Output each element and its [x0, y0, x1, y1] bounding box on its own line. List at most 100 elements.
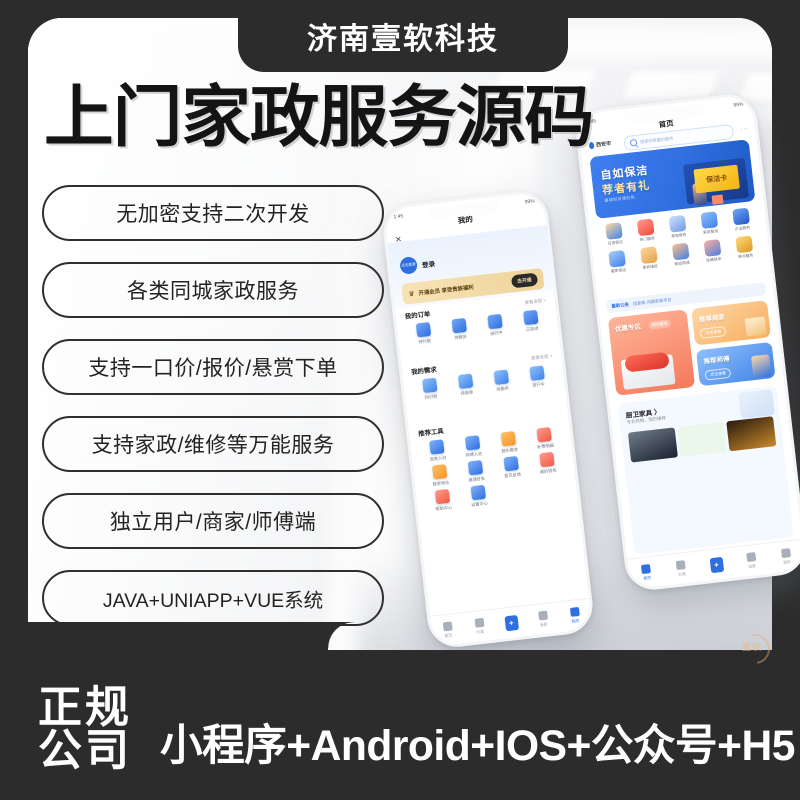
ceiling-panel-2	[623, 72, 719, 98]
order-status-item[interactable]: 待付款	[406, 321, 442, 347]
promo-poster: 济南壹软科技 上门家政服务源码 无加密支持二次开发 各类同城家政服务 支持一口价…	[0, 0, 800, 800]
crown-icon: ♛	[407, 290, 415, 298]
cleaning-icon	[605, 222, 623, 240]
category-item[interactable]: 家具服务	[693, 210, 727, 236]
message-icon	[745, 551, 756, 562]
demand-status-label: 待报单	[460, 389, 474, 396]
feature-pill: 各类同城家政服务	[42, 262, 384, 318]
address-icon	[431, 464, 448, 480]
category-label: 管道疏通	[674, 260, 690, 267]
tool-label: 师傅入驻	[465, 450, 483, 458]
order-status-item[interactable]: 进行中	[477, 313, 513, 339]
recommended-worker-card[interactable]: 推荐师傅 点击查看	[696, 341, 776, 387]
demand-status-item[interactable]: 待报单	[448, 372, 484, 398]
tool-label: 帮助中心	[435, 504, 453, 512]
demand-status-item[interactable]: 待服务	[484, 368, 520, 394]
discount-zone-title: 优惠专区	[614, 323, 642, 334]
tab-messages[interactable]: 消息	[526, 609, 560, 630]
status-battery: 99%	[733, 101, 744, 109]
tool-item[interactable]: 我家地址	[422, 463, 458, 489]
message-icon	[537, 610, 548, 621]
tab-messages[interactable]: 消息	[733, 550, 770, 571]
tab-profile[interactable]: 我的	[768, 546, 800, 567]
hot-service-icon	[636, 218, 655, 237]
promo-card-column: 推荐商家 点击查看 推荐师傅 点击查看	[691, 300, 776, 387]
tool-item[interactable]: 补费明细	[526, 426, 562, 452]
category-item[interactable]: 钟点服务	[727, 235, 761, 261]
promo-banner[interactable]: 自如保洁 荐者有礼 邀请好友领红包 保洁卡	[589, 139, 756, 219]
close-icon[interactable]: ✕	[395, 235, 403, 245]
worker-icon	[751, 354, 772, 379]
category-item[interactable]: 管道疏通	[664, 242, 698, 268]
tool-item[interactable]: 我的需求	[491, 430, 527, 456]
category-item[interactable]: 搬家保洁	[600, 249, 634, 275]
thumbnail[interactable]	[677, 421, 727, 457]
home-icon	[640, 563, 651, 574]
furniture-illustration	[738, 389, 775, 419]
feature-pill: 支持一口价/报价/悬赏下单	[42, 339, 384, 395]
demand-status-label: 进行中	[531, 381, 545, 388]
furniture-section[interactable]: 厨卫家具 〉 专业热销，强烈推荐	[617, 385, 794, 555]
tool-item[interactable]: 商家入驻	[419, 438, 455, 464]
tool-item[interactable]: 设置中心	[461, 484, 497, 510]
order-status-item[interactable]: 待服务	[442, 317, 478, 343]
feature-pill: 无加密支持二次开发	[42, 185, 384, 241]
tab-home[interactable]: 首页	[628, 562, 665, 583]
tab-category[interactable]: 分类	[463, 616, 497, 637]
category-icon	[675, 559, 686, 570]
demand-status-item[interactable]: 进行中	[519, 364, 555, 390]
tool-item[interactable]: 邀请好友	[458, 459, 494, 485]
category-item[interactable]: 除螨除甲	[696, 238, 730, 264]
thumbnail[interactable]	[627, 427, 678, 463]
tab-label: 分类	[475, 628, 485, 635]
tab-label: 我的	[571, 617, 580, 624]
category-item[interactable]: 家具维修	[632, 245, 666, 271]
category-item[interactable]: 日常保洁	[597, 221, 631, 247]
discount-zone-card[interactable]: 优惠专区 精选服务	[607, 309, 696, 396]
tool-item[interactable]: 帮助中心	[425, 488, 461, 514]
worker-card-button[interactable]: 点击查看	[704, 367, 732, 381]
tools-title: 推荐工具	[417, 428, 445, 438]
platform-list: 小程序+Android+IOS+公众号+H5	[160, 722, 795, 770]
category-item[interactable]: 企业服务	[724, 207, 758, 233]
location-label: 西安市	[595, 140, 612, 149]
tool-item[interactable]: 意见反馈	[494, 455, 530, 481]
pipe-cleaning-icon	[671, 242, 690, 261]
demand-status-item[interactable]: 待付款	[412, 376, 448, 402]
tool-item[interactable]: 我的钱包	[529, 451, 565, 477]
tab-label: 首页	[642, 574, 652, 581]
merchant-card-button[interactable]: 点击查看	[699, 325, 727, 339]
company-name: 济南壹软科技	[307, 23, 499, 56]
demands-more-link[interactable]: 查看全部 >	[531, 353, 553, 361]
search-placeholder: 搜索你需要的服务	[639, 135, 674, 144]
tab-publish[interactable]: +	[698, 555, 735, 574]
demands-title: 我的需求	[410, 366, 438, 377]
activate-membership-button[interactable]: 去开通	[510, 272, 539, 289]
tool-item[interactable]: 师傅入驻	[455, 434, 491, 460]
feature-pill: JAVA+UNIAPP+VUE系统	[42, 570, 384, 626]
order-status-item[interactable]: 已完成	[513, 309, 549, 335]
tab-home[interactable]: 首页	[431, 620, 465, 641]
thumbnail[interactable]	[726, 416, 777, 452]
category-label: 除螨除甲	[706, 257, 722, 263]
category-item[interactable]: 热门服务	[629, 218, 663, 244]
recommended-merchant-card[interactable]: 推荐商家 点击查看	[691, 300, 771, 345]
mite-removal-icon	[703, 239, 722, 257]
more-menu-icon[interactable]: ···	[740, 126, 748, 133]
tool-label: 邀请好友	[468, 475, 486, 483]
tab-label: 首页	[444, 631, 453, 638]
tool-label: 商家入驻	[429, 454, 447, 462]
tab-profile[interactable]: 我的	[558, 605, 592, 626]
category-item[interactable]: 家电维修	[661, 214, 695, 240]
tab-publish[interactable]: +	[494, 613, 527, 632]
demand-status-label: 待付款	[424, 393, 438, 400]
feedback-icon	[503, 455, 519, 472]
demands-section: 我的需求 查看全部 > 待付款 待报单 待服务 进行中	[411, 351, 556, 402]
legal-company-label: 正规 公司	[38, 685, 132, 772]
tab-category[interactable]: 分类	[663, 558, 700, 579]
unpaid-icon	[415, 321, 432, 338]
order-status-label: 已完成	[525, 325, 539, 333]
orders-more-link[interactable]: 查看全部 >	[524, 297, 546, 305]
tools-grid: 商家入驻 师傅入驻 我的需求 补费明细 我家地址 邀请好友 意见反馈 我的钱包 …	[419, 426, 568, 514]
category-label: 钟点服务	[737, 253, 754, 260]
